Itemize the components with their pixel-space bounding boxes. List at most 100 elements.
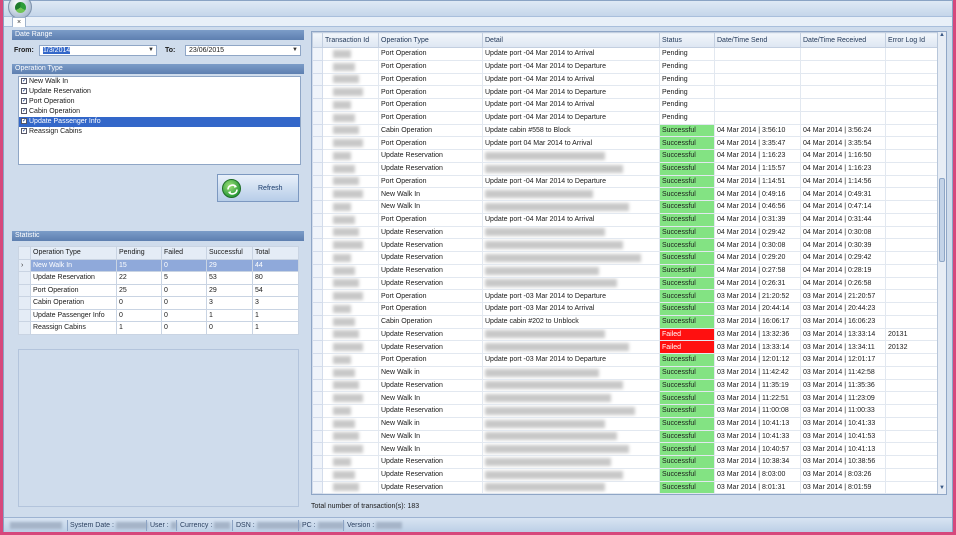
table-row[interactable]: Port Operation Update port -04 Mar 2014 t…: [312, 110, 939, 125]
operation-type-item[interactable]: ✓ Port Operation: [19, 97, 300, 107]
table-row[interactable]: Update Reservation Failed 03 Mar 2014 | 13…: [312, 327, 939, 342]
table-row[interactable]: Port Operation Update port -04 Mar 2014 t…: [312, 72, 939, 87]
row-header[interactable]: [312, 59, 323, 74]
row-header[interactable]: [312, 47, 323, 61]
row-header[interactable]: [312, 480, 323, 494]
checkbox-checked-icon[interactable]: ✓: [21, 108, 27, 115]
row-header[interactable]: [18, 308, 31, 322]
column-header[interactable]: Pending: [116, 246, 162, 260]
table-row[interactable]: New Walk in Successful 03 Mar 2014 | 10:41…: [312, 416, 939, 431]
row-header[interactable]: [312, 353, 323, 367]
table-row[interactable]: Port Operation Update port -04 Mar 2014 t…: [312, 59, 939, 74]
table-row[interactable]: Port Operation Update port -03 Mar 2014 t…: [312, 289, 939, 303]
row-header[interactable]: [312, 302, 323, 316]
chevron-down-icon[interactable]: ▼: [292, 46, 298, 55]
table-row[interactable]: Port Operation Update port -04 Mar 2014 t…: [312, 98, 939, 112]
close-icon[interactable]: ×: [12, 17, 26, 27]
row-header[interactable]: [18, 283, 31, 297]
from-date-picker[interactable]: 1/3/2014 ▼: [39, 45, 157, 56]
row-header[interactable]: [312, 327, 323, 342]
row-pointer-icon[interactable]: ›: [18, 258, 31, 272]
row-header[interactable]: [312, 276, 323, 291]
operation-type-item[interactable]: ✓ Update Reservation: [19, 87, 300, 97]
row-header[interactable]: [312, 289, 323, 303]
row-header[interactable]: [312, 263, 323, 278]
refresh-button[interactable]: Refresh: [217, 174, 299, 202]
row-header[interactable]: [312, 314, 323, 329]
row-header[interactable]: [312, 238, 323, 252]
table-row[interactable]: New Walk In Successful 04 Mar 2014 | 0:46:…: [312, 200, 939, 214]
row-header[interactable]: [18, 296, 31, 310]
row-header[interactable]: [312, 467, 323, 482]
row-header[interactable]: [312, 187, 323, 201]
table-row[interactable]: Cabin Operation Update cabin #558 to Bloc…: [312, 123, 939, 138]
vertical-scrollbar[interactable]: ▲ ▼: [937, 32, 946, 494]
table-row[interactable]: Update Reservation Successful 03 Mar 2014 …: [312, 455, 939, 469]
statistic-row[interactable]: Port Operation 25 0 29 54: [18, 283, 299, 297]
column-header[interactable]: Status: [659, 32, 715, 48]
row-header[interactable]: [312, 72, 323, 87]
statistic-row[interactable]: › New Walk In 15 0 29 44: [18, 258, 299, 272]
checkbox-checked-icon[interactable]: ✓: [21, 128, 27, 135]
checkbox-checked-icon[interactable]: ✓: [21, 98, 27, 105]
row-header[interactable]: [312, 251, 323, 265]
column-header[interactable]: Successful: [206, 246, 253, 260]
statistic-row[interactable]: Update Reservation 22 5 53 80: [18, 271, 299, 285]
to-date-picker[interactable]: 23/06/2015 ▼: [185, 45, 301, 56]
table-row[interactable]: New Walk In Successful 03 Mar 2014 | 11:22…: [312, 391, 939, 405]
row-header[interactable]: [312, 212, 323, 227]
row-header[interactable]: [312, 174, 323, 189]
table-row[interactable]: Port Operation Update port -04 Mar 2014 t…: [312, 212, 939, 227]
scroll-thumb[interactable]: [939, 178, 945, 262]
table-row[interactable]: Update Reservation Successful 03 Mar 2014 …: [312, 467, 939, 482]
chevron-down-icon[interactable]: ▼: [148, 46, 154, 55]
column-header[interactable]: Date/Time Received: [800, 32, 886, 48]
row-header[interactable]: [312, 391, 323, 405]
table-row[interactable]: Update Reservation Successful 04 Mar 2014 …: [312, 263, 939, 278]
row-header[interactable]: [312, 110, 323, 125]
scroll-down-icon[interactable]: ▼: [938, 485, 946, 494]
table-row[interactable]: Port Operation Update port -03 Mar 2014 t…: [312, 353, 939, 367]
row-header[interactable]: [312, 149, 323, 163]
column-header[interactable]: Failed: [161, 246, 207, 260]
row-header[interactable]: [312, 378, 323, 393]
operation-type-item[interactable]: ✓ New Walk In: [19, 77, 300, 87]
table-row[interactable]: Update Reservation Successful 04 Mar 2014 …: [312, 251, 939, 265]
column-header[interactable]: Date/Time Send: [714, 32, 801, 48]
table-row[interactable]: Update Reservation Successful 03 Mar 2014 …: [312, 378, 939, 393]
table-row[interactable]: Update Reservation Successful 04 Mar 2014 …: [312, 149, 939, 163]
row-header[interactable]: [312, 455, 323, 469]
checkbox-checked-icon[interactable]: ✓: [21, 118, 27, 125]
row-header[interactable]: [312, 340, 323, 354]
row-header[interactable]: [312, 442, 323, 456]
row-header[interactable]: [18, 271, 31, 285]
row-header[interactable]: [312, 416, 323, 431]
checkbox-checked-icon[interactable]: ✓: [21, 78, 27, 85]
table-row[interactable]: Update Reservation Failed 03 Mar 2014 | 13…: [312, 340, 939, 354]
table-row[interactable]: Port Operation Update port -04 Mar 2014 t…: [312, 85, 939, 99]
column-header[interactable]: Operation Type: [30, 246, 117, 260]
table-row[interactable]: Port Operation Update port -04 Mar 2014 t…: [312, 47, 939, 61]
row-header[interactable]: [312, 136, 323, 150]
row-header[interactable]: [312, 200, 323, 214]
table-row[interactable]: Port Operation Update port 04 Mar 2014 to…: [312, 136, 939, 150]
column-header[interactable]: Error Log Id: [885, 32, 939, 48]
table-row[interactable]: Update Reservation Successful 04 Mar 2014 …: [312, 238, 939, 252]
statistic-row[interactable]: Cabin Operation 0 0 3 3: [18, 296, 299, 310]
row-header[interactable]: [312, 98, 323, 112]
table-row[interactable]: Port Operation Update port -04 Mar 2014 t…: [312, 174, 939, 189]
table-row[interactable]: New Walk In Successful 03 Mar 2014 | 10:41…: [312, 429, 939, 444]
operation-type-item[interactable]: ✓ Reassign Cabins: [19, 127, 300, 137]
table-row[interactable]: Update Reservation Successful 04 Mar 2014 …: [312, 225, 939, 240]
operation-type-item[interactable]: ✓ Cabin Operation: [19, 107, 300, 117]
checkbox-checked-icon[interactable]: ✓: [21, 88, 27, 95]
row-header[interactable]: [312, 429, 323, 444]
column-header[interactable]: Detail: [482, 32, 660, 48]
row-header[interactable]: [312, 365, 323, 380]
table-row[interactable]: Update Reservation Successful 03 Mar 2014 …: [312, 480, 939, 494]
table-row[interactable]: New Walk in Successful 03 Mar 2014 | 11:42…: [312, 365, 939, 380]
row-header[interactable]: [312, 225, 323, 240]
table-row[interactable]: Cabin Operation Update cabin #202 to Unbl…: [312, 314, 939, 329]
row-header[interactable]: [312, 85, 323, 99]
statistic-row[interactable]: Reassign Cabins 1 0 0 1: [18, 321, 299, 335]
